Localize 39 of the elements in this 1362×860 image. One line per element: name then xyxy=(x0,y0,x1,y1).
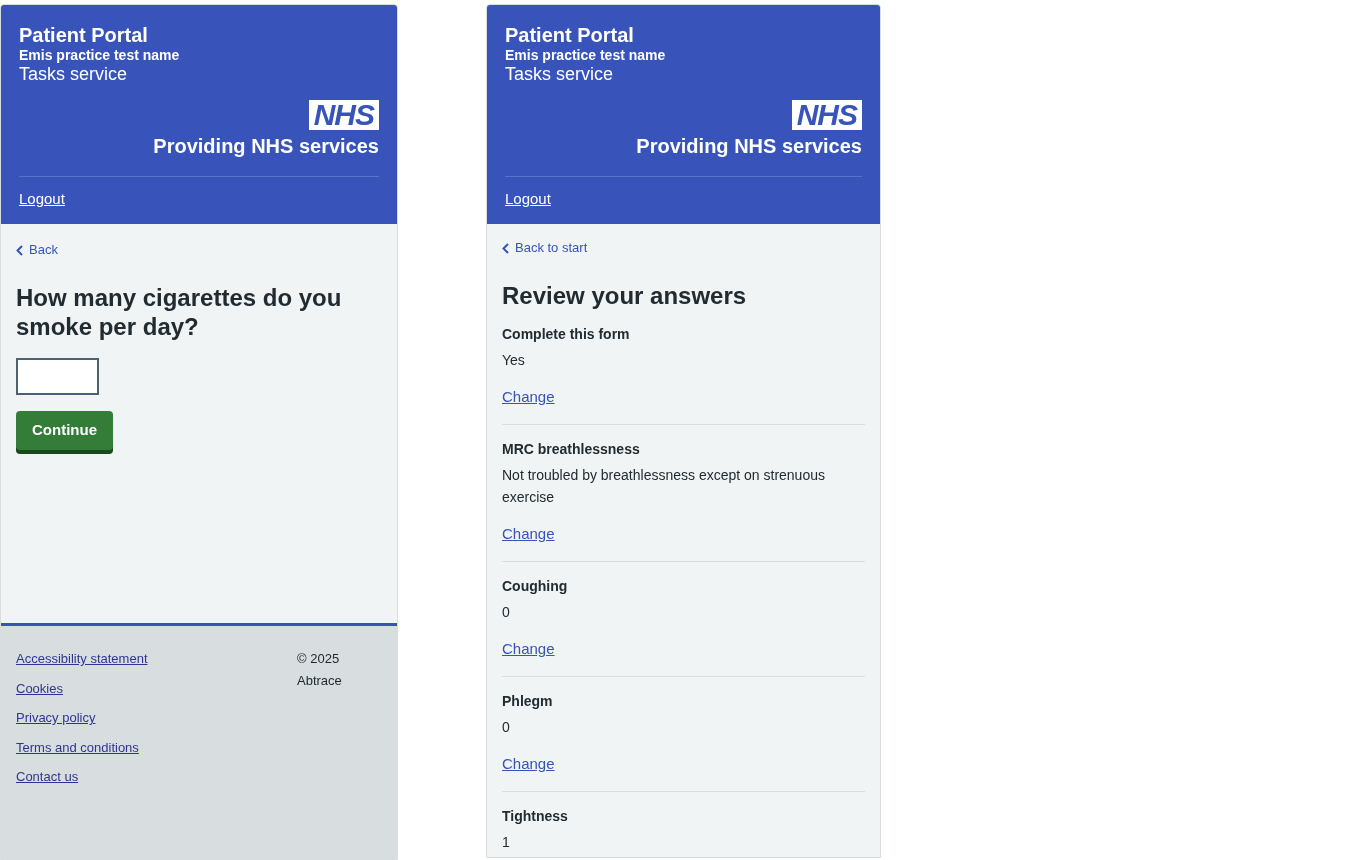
copyright-text: © 2025 Abtrace xyxy=(297,650,343,690)
answer-label: MRC breathlessness xyxy=(502,440,641,459)
answer-label: Tightness xyxy=(502,807,569,826)
portal-title: Patient Portal xyxy=(505,23,635,47)
back-link[interactable]: Back xyxy=(16,242,58,258)
logout-link[interactable]: Logout xyxy=(19,189,65,209)
back-link[interactable]: Back to start xyxy=(502,240,588,256)
footer-link[interactable]: Contact us xyxy=(16,769,79,785)
nhs-logo: NHS xyxy=(791,100,862,130)
logout-link[interactable]: Logout xyxy=(505,189,551,209)
footer-link[interactable]: Accessibility statement xyxy=(16,651,148,667)
answer-value: 0 xyxy=(502,718,511,737)
change-link[interactable]: Change xyxy=(502,387,555,407)
answer-label: Complete this form xyxy=(502,325,631,344)
question-heading: How many cigarettes do you smoke per day? xyxy=(16,283,343,341)
answer-label: Coughing xyxy=(502,577,569,596)
practice-name: Emis practice test name xyxy=(19,47,181,63)
input-field[interactable] xyxy=(16,358,99,395)
chevron-left-icon xyxy=(16,244,23,256)
change-link[interactable]: Change xyxy=(502,524,555,544)
answer-value: Not troubled by breathlessness except on strenuous exercise xyxy=(502,466,826,507)
answer-value: 0 xyxy=(502,603,511,622)
answer-label: Phlegm xyxy=(502,692,554,711)
page-heading: Review your answers xyxy=(502,281,748,310)
answer-value: Yes xyxy=(502,351,526,370)
nhs-logo: NHS xyxy=(308,100,379,130)
answer-value: 1 xyxy=(502,833,511,852)
footer-link[interactable]: Privacy policy xyxy=(16,710,96,726)
change-link[interactable]: Change xyxy=(502,754,555,774)
portal-title: Patient Portal xyxy=(19,23,149,47)
footer-link[interactable]: Terms and conditions xyxy=(16,739,139,756)
footer-link[interactable]: Cookies xyxy=(16,680,63,697)
change-link[interactable]: Change xyxy=(502,639,555,659)
service-name: Tasks service xyxy=(19,63,129,85)
tagline: Providing NHS services xyxy=(636,134,862,158)
practice-name: Emis practice test name xyxy=(505,47,667,63)
service-name: Tasks service xyxy=(505,63,615,85)
tagline: Providing NHS services xyxy=(153,134,379,158)
chevron-left-icon xyxy=(502,242,509,254)
